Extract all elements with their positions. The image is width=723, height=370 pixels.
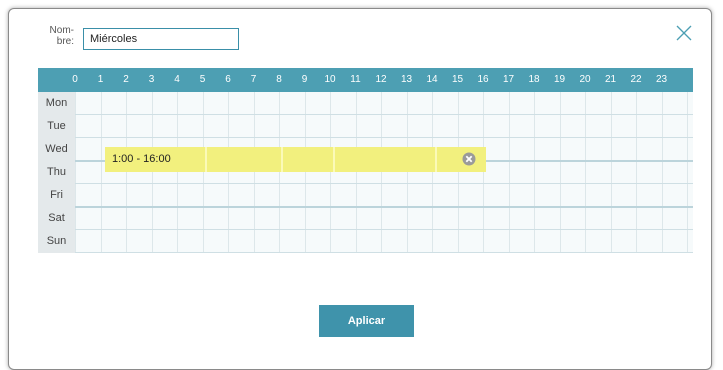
hour-label: 5: [199, 74, 206, 85]
schedule-block[interactable]: 1:00 - 16:00: [105, 147, 486, 172]
name-label-line2: bre:: [56, 36, 74, 47]
hour-label: 12: [375, 74, 387, 85]
hour-label: 6: [225, 74, 231, 85]
hour-label: 11: [350, 74, 361, 85]
hour-label: 7: [250, 74, 257, 85]
hour-label: 3: [148, 74, 155, 85]
block-divider: [435, 147, 437, 172]
hour-label: 9: [301, 74, 308, 85]
close-icon[interactable]: [674, 23, 694, 43]
day-label-sat: Sat: [38, 207, 75, 230]
hour-label: 19: [553, 74, 566, 85]
day-label-sun: Sun: [38, 230, 75, 253]
schedule-block-label: 1:00 - 16:00: [112, 153, 171, 165]
grid-line: [75, 252, 693, 253]
hour-label: 22: [630, 74, 642, 85]
hour-label: 15: [451, 74, 464, 85]
day-label-tue: Tue: [38, 115, 75, 138]
remove-circle-icon[interactable]: [462, 152, 476, 166]
grid-line: [75, 183, 693, 184]
hour-label: 1: [97, 74, 104, 85]
block-divider: [281, 147, 283, 172]
hour-label: 23: [655, 74, 668, 85]
hour-label: 17: [502, 74, 515, 85]
hour-label: 21: [604, 74, 617, 85]
hour-label: 14: [426, 74, 438, 85]
block-divider: [333, 147, 335, 172]
grid-line: [75, 229, 693, 230]
name-input[interactable]: [83, 28, 239, 50]
hour-label: 18: [528, 74, 540, 85]
day-label-mon: Mon: [38, 92, 75, 115]
block-divider: [205, 147, 207, 172]
hour-header: 0 1 2 3 4 5 6 7 8 9 10 11 12 13 14 15 16 17 18 19 20 21 22 23: [38, 68, 693, 92]
hour-label: 10: [324, 74, 336, 85]
hour-label: 8: [276, 74, 282, 85]
hour-label: 13: [400, 74, 413, 85]
hour-label: 2: [123, 74, 129, 85]
grid-line: [75, 137, 693, 138]
day-label-fri: Fri: [38, 184, 75, 207]
day-label-wed: Wed: [38, 138, 75, 161]
grid-line: [75, 206, 693, 208]
name-label: Nom- bre:: [40, 25, 74, 47]
grid-line: [75, 114, 693, 115]
hour-label: 20: [579, 74, 591, 85]
day-label-thu: Thu: [38, 161, 75, 184]
hour-label: 16: [477, 74, 489, 85]
hour-label: 4: [174, 74, 180, 85]
name-label-line1: Nom-: [49, 25, 74, 36]
hour-label: 0: [72, 74, 78, 85]
apply-button[interactable]: Aplicar: [319, 305, 414, 337]
